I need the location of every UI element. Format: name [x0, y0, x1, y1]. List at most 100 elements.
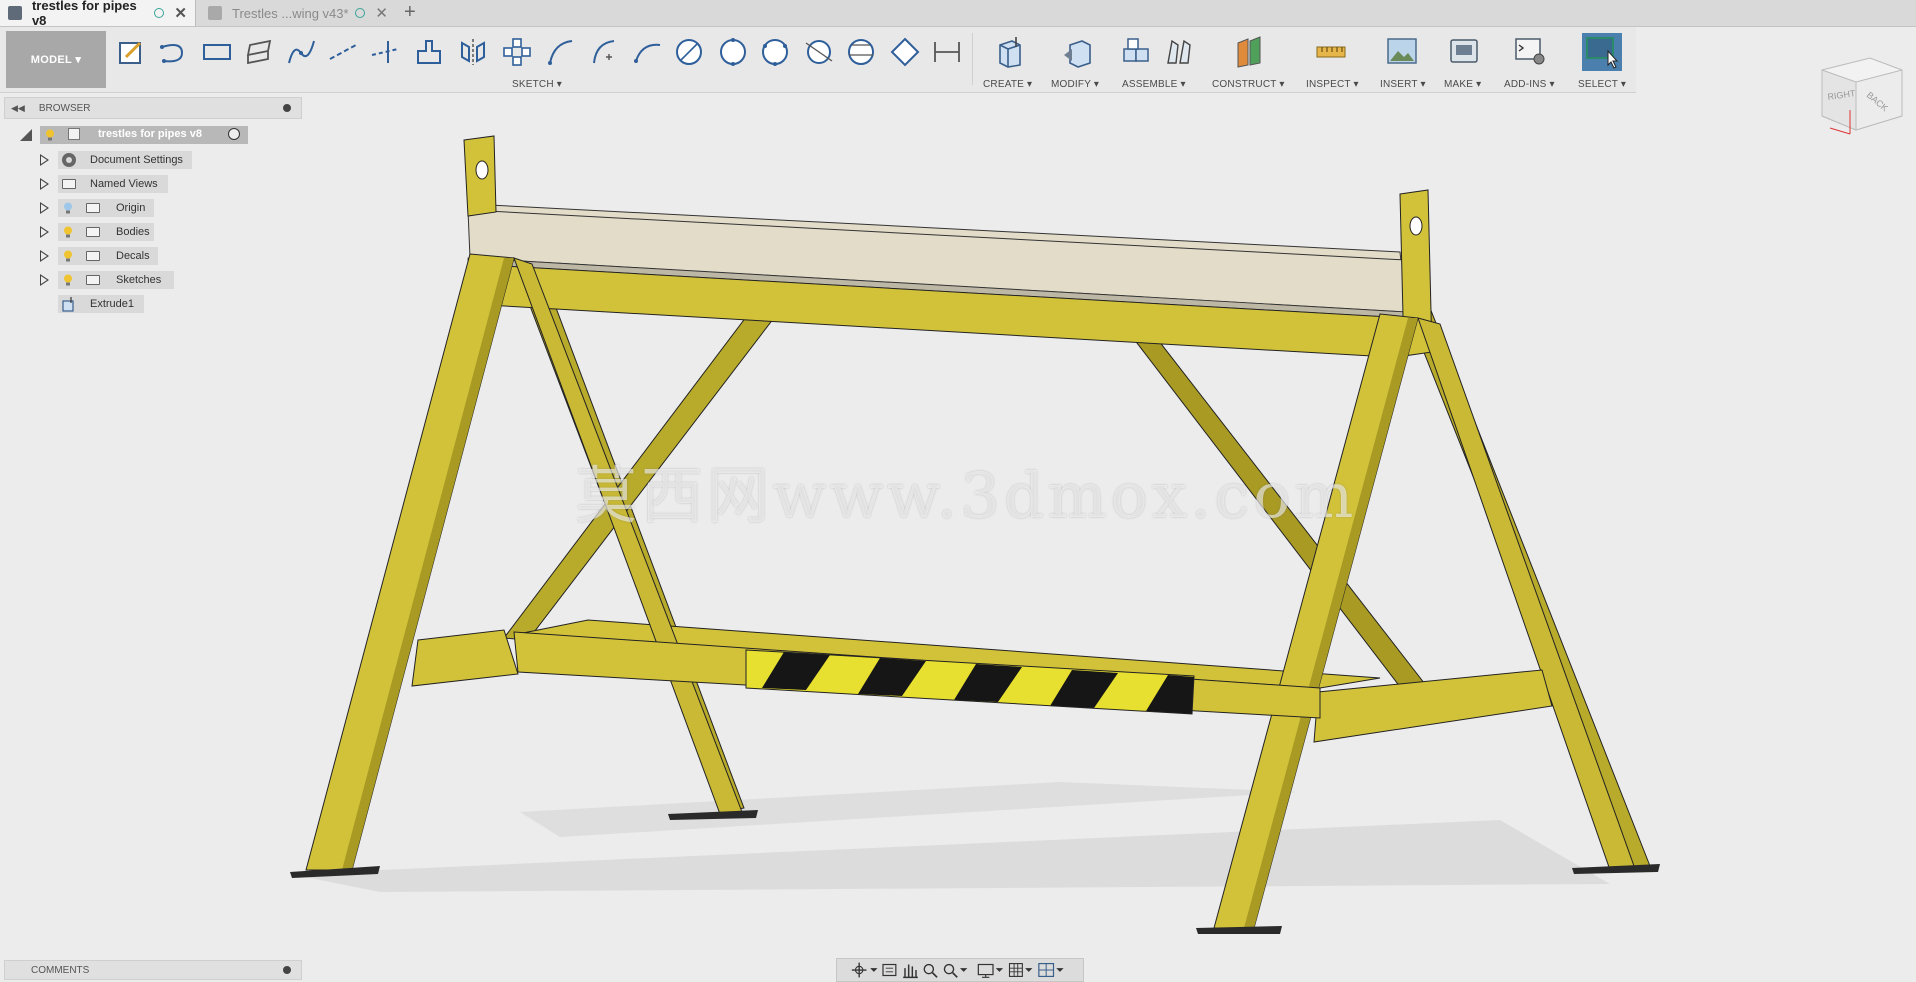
main-toolbar: MODEL ▾ SKETCH ▾ CREATE ▾ MODIFY ▾ ASSEM… [0, 27, 1636, 93]
pin-panel-icon[interactable] [283, 104, 291, 112]
folder-icon [62, 179, 76, 189]
sketch-menu[interactable]: SKETCH ▾ [512, 79, 562, 90]
comments-panel-header[interactable]: COMMENTS [4, 960, 302, 980]
three-point-circle-icon[interactable] [760, 37, 790, 67]
zoom-icon[interactable] [923, 963, 938, 978]
collapse-panel-icon[interactable]: ◀◀ [11, 103, 25, 114]
three-point-arc-icon[interactable] [590, 37, 620, 67]
browser-panel-header[interactable]: ◀◀ BROWSER [4, 97, 302, 119]
offset-plane-icon[interactable] [1232, 35, 1266, 69]
visibility-bulb-icon[interactable] [45, 129, 55, 141]
add-comment-icon[interactable] [283, 966, 291, 974]
visibility-bulb-icon[interactable] [63, 226, 73, 238]
browser-item-bodies[interactable]: Bodies [0, 222, 250, 242]
construct-menu[interactable]: CONSTRUCT ▾ [1212, 79, 1285, 90]
joint-icon[interactable] [1162, 35, 1196, 69]
mirror-tool-icon[interactable] [458, 37, 488, 67]
line-tool-icon[interactable] [158, 37, 188, 67]
extrude-icon[interactable] [992, 35, 1026, 69]
visibility-bulb-icon[interactable] [63, 274, 73, 286]
front-right-inner-leg [1417, 317, 1635, 871]
spline-tool-icon[interactable] [286, 37, 316, 67]
expand-icon[interactable] [40, 274, 49, 286]
insert-image-icon[interactable] [1386, 35, 1418, 67]
folder-icon [86, 275, 100, 285]
view-cube[interactable]: RIGHT BACK [1810, 50, 1910, 140]
folder-icon [86, 251, 100, 261]
press-pull-icon[interactable] [1060, 35, 1094, 69]
center-diameter-circle-icon[interactable] [674, 37, 704, 67]
tangent-arc-icon[interactable] [632, 37, 662, 67]
offset-tool-icon[interactable] [414, 37, 444, 67]
new-component-icon[interactable] [1118, 35, 1152, 69]
browser-item-sketches[interactable]: Sketches [0, 270, 250, 290]
browser-title: BROWSER [38, 102, 91, 114]
fit-zoom-icon[interactable] [943, 963, 968, 978]
orbit-icon[interactable] [851, 962, 878, 978]
expand-icon[interactable] [40, 178, 49, 190]
toolbar-separator [972, 33, 973, 85]
assemble-menu[interactable]: ASSEMBLE ▾ [1122, 79, 1186, 90]
measure-icon[interactable] [1314, 35, 1348, 69]
arc-tool-icon[interactable] [546, 37, 576, 67]
display-settings-icon[interactable] [977, 963, 1004, 978]
tab-label: trestles for pipes v8 [31, 0, 137, 28]
browser-item-extrude1[interactable]: Extrude1 [0, 294, 250, 314]
document-tab-active[interactable]: trestles for pipes v8 ✕ [0, 0, 196, 28]
document-tab-inactive[interactable]: Trestles ...wing v43* ✕ [200, 0, 396, 26]
new-tab-button[interactable]: + [404, 2, 416, 22]
inscribed-circle-icon[interactable] [846, 37, 876, 67]
tangent-circle-icon[interactable] [804, 37, 834, 67]
polygon-tool-icon[interactable] [244, 37, 274, 67]
look-at-icon[interactable] [882, 963, 897, 977]
expand-icon[interactable] [40, 154, 49, 166]
scripts-addins-icon[interactable] [1514, 35, 1546, 67]
3d-print-icon[interactable] [1448, 35, 1480, 67]
browser-root-node[interactable]: trestles for pipes v8 [0, 125, 250, 145]
select-menu[interactable]: SELECT ▾ [1578, 79, 1626, 90]
add-ins-menu[interactable]: ADD-INS ▾ [1504, 79, 1555, 90]
browser-item-named-views[interactable]: Named Views [0, 174, 250, 194]
insert-menu[interactable]: INSERT ▾ [1380, 79, 1426, 90]
browser-item-document-settings[interactable]: Document Settings [0, 150, 250, 170]
browser-item-decals[interactable]: Decals [0, 246, 250, 266]
grid-settings-icon[interactable] [1008, 963, 1033, 977]
pattern-tool-icon[interactable] [502, 37, 532, 67]
expand-icon[interactable] [40, 202, 49, 214]
visibility-bulb-icon[interactable] [63, 202, 73, 214]
select-tool-icon[interactable] [1582, 33, 1622, 71]
browser-item-label: Document Settings [90, 154, 183, 166]
rectangle-tool-icon[interactable] [202, 37, 232, 67]
expand-icon[interactable] [40, 226, 49, 238]
workspace-label: MODEL [30, 53, 73, 66]
workspace-switcher-button[interactable]: MODEL ▾ [6, 31, 106, 88]
inspect-menu[interactable]: INSPECT ▾ [1306, 79, 1359, 90]
folder-icon [86, 227, 100, 237]
visibility-bulb-icon[interactable] [63, 250, 73, 262]
sync-status-icon [355, 8, 366, 18]
close-tab-icon[interactable]: ✕ [174, 4, 187, 22]
browser-item-origin[interactable]: Origin [0, 198, 250, 218]
expand-icon[interactable] [40, 250, 49, 262]
browser-item-label: Sketches [116, 274, 162, 286]
pan-hand-icon[interactable] [903, 964, 918, 979]
two-point-circle-icon[interactable] [718, 37, 748, 67]
trim-tool-icon[interactable] [370, 37, 400, 67]
construction-line-icon[interactable] [328, 37, 358, 67]
ground-shadow [290, 820, 1610, 892]
diamond-polygon-icon[interactable] [890, 37, 920, 67]
make-menu[interactable]: MAKE ▾ [1444, 79, 1481, 90]
create-sketch-icon[interactable] [116, 37, 146, 67]
drawing-document-icon [208, 6, 222, 20]
front-left-inner-leg [513, 257, 743, 815]
close-tab-icon[interactable]: ✕ [375, 4, 388, 22]
root-label: trestles for pipes v8 [98, 128, 202, 140]
watermark-text: 莫西网www.3dmox.com [575, 459, 1358, 532]
dimension-tool-icon[interactable] [932, 37, 962, 67]
create-menu[interactable]: CREATE ▾ [983, 79, 1032, 90]
ground-shadow [520, 782, 1300, 837]
activate-component-icon[interactable] [228, 128, 240, 140]
modify-menu[interactable]: MODIFY ▾ [1051, 79, 1099, 90]
collapse-icon[interactable] [20, 129, 32, 141]
viewports-icon[interactable] [1038, 962, 1064, 978]
